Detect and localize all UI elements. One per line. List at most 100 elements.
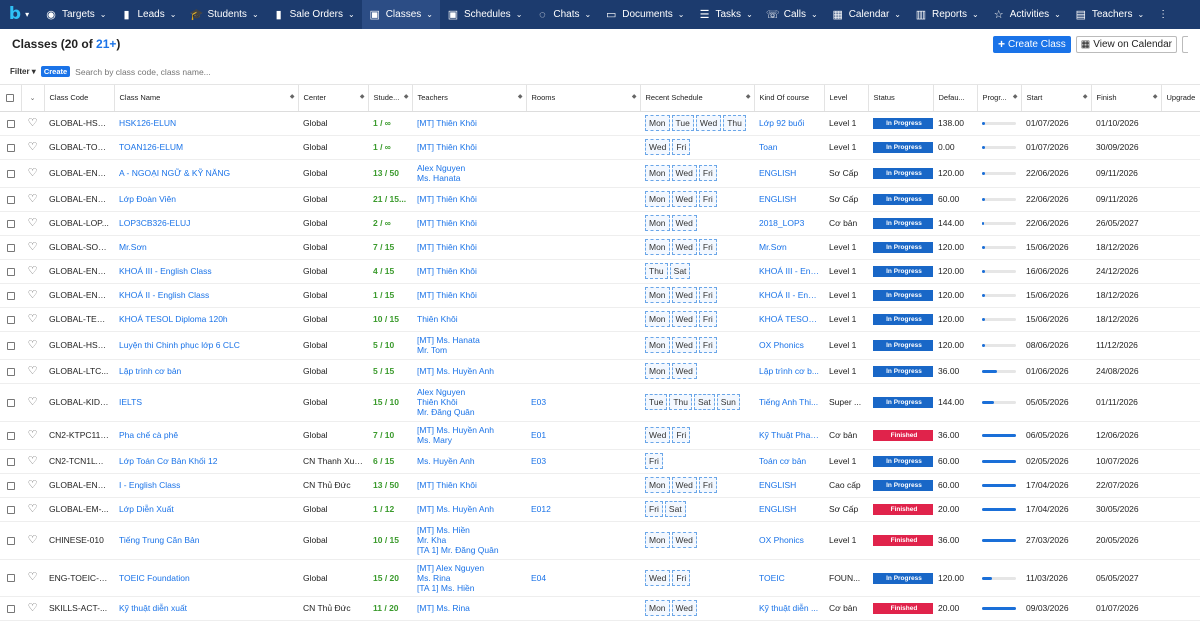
kind-of-course-link[interactable]: Lập trình cơ b...: [754, 359, 824, 384]
teacher-name[interactable]: [MT] Ms. Huyền Anh: [417, 425, 521, 435]
teacher-name[interactable]: [MT] Thiên Khôi: [417, 480, 521, 490]
search-input[interactable]: [75, 66, 376, 77]
table-row[interactable]: ♡ GLOBAL-ENG... A - NGOẠI NGỮ & KỸ NĂNG Glo…: [0, 159, 1200, 188]
teacher-name[interactable]: [TA 1] Ms. Hiền: [417, 583, 521, 593]
table-row[interactable]: ♡ GLOBAL-ENG... KHOÁ III - English Class Gl…: [0, 259, 1200, 284]
col-kind-of-course[interactable]: Kind Of course: [754, 85, 825, 112]
class-name-link[interactable]: LOP3CB326-ELUJ: [114, 211, 298, 236]
class-name-link[interactable]: IELTS: [114, 383, 298, 422]
room-link[interactable]: [526, 235, 640, 260]
create-filter-button[interactable]: Create: [40, 66, 71, 77]
row-checkbox[interactable]: [0, 596, 21, 621]
kind-of-course-link[interactable]: ENGLISH: [754, 187, 824, 212]
row-checkbox[interactable]: [0, 559, 21, 597]
overflow-button[interactable]: [1182, 35, 1188, 53]
col-level[interactable]: Level: [824, 85, 869, 112]
kind-of-course-link[interactable]: OX Phonics: [754, 521, 824, 560]
class-name-link[interactable]: TOEIC Foundation: [114, 559, 298, 597]
table-row[interactable]: ♡ GLOBAL-ENG... KHOÁ II - English Class Glo…: [0, 283, 1200, 308]
favorite-button[interactable]: ♡: [21, 135, 44, 160]
room-link[interactable]: [526, 473, 640, 498]
teacher-name[interactable]: Ms. Hanata: [417, 173, 521, 183]
col-class-code[interactable]: Class Code: [44, 85, 115, 112]
room-link[interactable]: [526, 159, 640, 188]
room-link[interactable]: E04: [526, 559, 640, 597]
nav-item-calendar[interactable]: ▦ Calendar ⌄: [825, 0, 908, 29]
kind-of-course-link[interactable]: Kỹ thuật diễn ...: [754, 596, 824, 621]
class-name-link[interactable]: Luyện thi Chinh phục lớp 6 CLC: [114, 331, 298, 360]
favorite-button[interactable]: ♡: [21, 521, 44, 560]
teacher-name[interactable]: [MT] Thiên Khôi: [417, 118, 521, 128]
col-default-fee[interactable]: Defau...: [933, 85, 978, 112]
class-name-link[interactable]: TOAN126-ELUM: [114, 135, 298, 160]
table-row[interactable]: ♡ CN2-KTPC112... Pha chế cà phê Global 7 / 1…: [0, 421, 1200, 450]
table-row[interactable]: ♡ GLOBAL-TES-... KHOÁ TESOL Diploma 120h Gl…: [0, 307, 1200, 332]
class-name-link[interactable]: Tiếng Trung Căn Bản: [114, 521, 298, 560]
row-checkbox[interactable]: [0, 111, 21, 136]
class-name-link[interactable]: KHOÁ II - English Class: [114, 283, 298, 308]
nav-item-calls[interactable]: ☏ Calls ⌄: [760, 0, 825, 29]
teacher-name[interactable]: [MT] Alex Nguyen: [417, 563, 521, 573]
room-link[interactable]: [526, 259, 640, 284]
favorite-button[interactable]: ♡: [21, 359, 44, 384]
favorite-button[interactable]: ♡: [21, 159, 44, 188]
room-link[interactable]: [526, 111, 640, 136]
favorite-button[interactable]: ♡: [21, 383, 44, 422]
row-checkbox[interactable]: [0, 521, 21, 560]
teacher-name[interactable]: [MT] Ms. Huyền Anh: [417, 504, 521, 514]
room-link[interactable]: [526, 283, 640, 308]
more-menu-icon[interactable]: ⋮: [1151, 0, 1175, 29]
kind-of-course-link[interactable]: ENGLISH: [754, 497, 824, 522]
favorite-button[interactable]: ♡: [21, 235, 44, 260]
teacher-name[interactable]: [MT] Thiên Khôi: [417, 142, 521, 152]
table-row[interactable]: ♡ CN2-TCN1LV1... Lớp Toán Cơ Bản Khối 12 CN…: [0, 449, 1200, 474]
col-upgrade[interactable]: Upgrade: [1161, 85, 1200, 112]
row-checkbox[interactable]: [0, 235, 21, 260]
class-name-link[interactable]: Lớp Đoàn Viên: [114, 187, 298, 212]
row-checkbox[interactable]: [0, 135, 21, 160]
class-name-link[interactable]: KHOÁ III - English Class: [114, 259, 298, 284]
kind-of-course-link[interactable]: ENGLISH: [754, 159, 824, 188]
select-all-checkbox[interactable]: [0, 85, 22, 112]
nav-item-leads[interactable]: ▮ Leads ⌄: [114, 0, 184, 29]
class-name-link[interactable]: Mr.Sơn: [114, 235, 298, 260]
teacher-name[interactable]: Ms. Huyền Anh: [417, 456, 521, 466]
nav-item-classes[interactable]: ▣ Classes ⌄: [361, 0, 440, 29]
class-name-link[interactable]: A - NGOẠI NGỮ & KỸ NĂNG: [114, 159, 298, 188]
row-checkbox[interactable]: [0, 359, 21, 384]
favorite-button[interactable]: ♡: [21, 307, 44, 332]
nav-item-activities[interactable]: ☆ Activities ⌄: [986, 0, 1068, 29]
teacher-name[interactable]: [MT] Ms. Hanata: [417, 335, 521, 345]
class-name-link[interactable]: I - English Class: [114, 473, 298, 498]
row-checkbox[interactable]: [0, 283, 21, 308]
kind-of-course-link[interactable]: OX Phonics: [754, 331, 824, 360]
kind-of-course-link[interactable]: ENGLISH: [754, 473, 824, 498]
row-checkbox[interactable]: [0, 473, 21, 498]
class-name-link[interactable]: HSK126-ELUN: [114, 111, 298, 136]
nav-item-targets[interactable]: ◉ Targets ⌄: [38, 0, 114, 29]
room-link[interactable]: [526, 359, 640, 384]
room-link[interactable]: [526, 331, 640, 360]
col-recent-schedule[interactable]: Recent Schedule ◆: [640, 85, 755, 112]
kind-of-course-link[interactable]: KHOÁ II - Engl...: [754, 283, 824, 308]
favorite-button[interactable]: ♡: [21, 187, 44, 212]
table-row[interactable]: ♡ GLOBAL-ENG... I - English Class CN Thủ Đứ…: [0, 473, 1200, 498]
room-link[interactable]: E012: [526, 497, 640, 522]
favorite-button[interactable]: ♡: [21, 497, 44, 522]
teacher-name[interactable]: [MT] Thiên Khôi: [417, 218, 521, 228]
room-link[interactable]: E01: [526, 421, 640, 450]
room-link[interactable]: [526, 135, 640, 160]
favorite-button[interactable]: ♡: [21, 111, 44, 136]
teacher-name[interactable]: Thiên Khôi: [417, 314, 521, 324]
table-row[interactable]: ♡ CHINESE-010 Tiếng Trung Căn Bản Global 10 …: [0, 521, 1200, 560]
favorite-button[interactable]: ♡: [21, 473, 44, 498]
header-expand[interactable]: ⌄: [21, 85, 45, 112]
table-row[interactable]: ♡ ENG-TOEIC-0... TOEIC Foundation Global 15 …: [0, 559, 1200, 597]
room-link[interactable]: [526, 187, 640, 212]
teacher-name[interactable]: Alex Nguyen: [417, 387, 521, 397]
room-link[interactable]: [526, 596, 640, 621]
col-class-name[interactable]: Class Name ◆: [114, 85, 299, 112]
row-checkbox[interactable]: [0, 421, 21, 450]
kind-of-course-link[interactable]: 2018_LOP3: [754, 211, 824, 236]
teacher-name[interactable]: [MT] Thiên Khôi: [417, 266, 521, 276]
